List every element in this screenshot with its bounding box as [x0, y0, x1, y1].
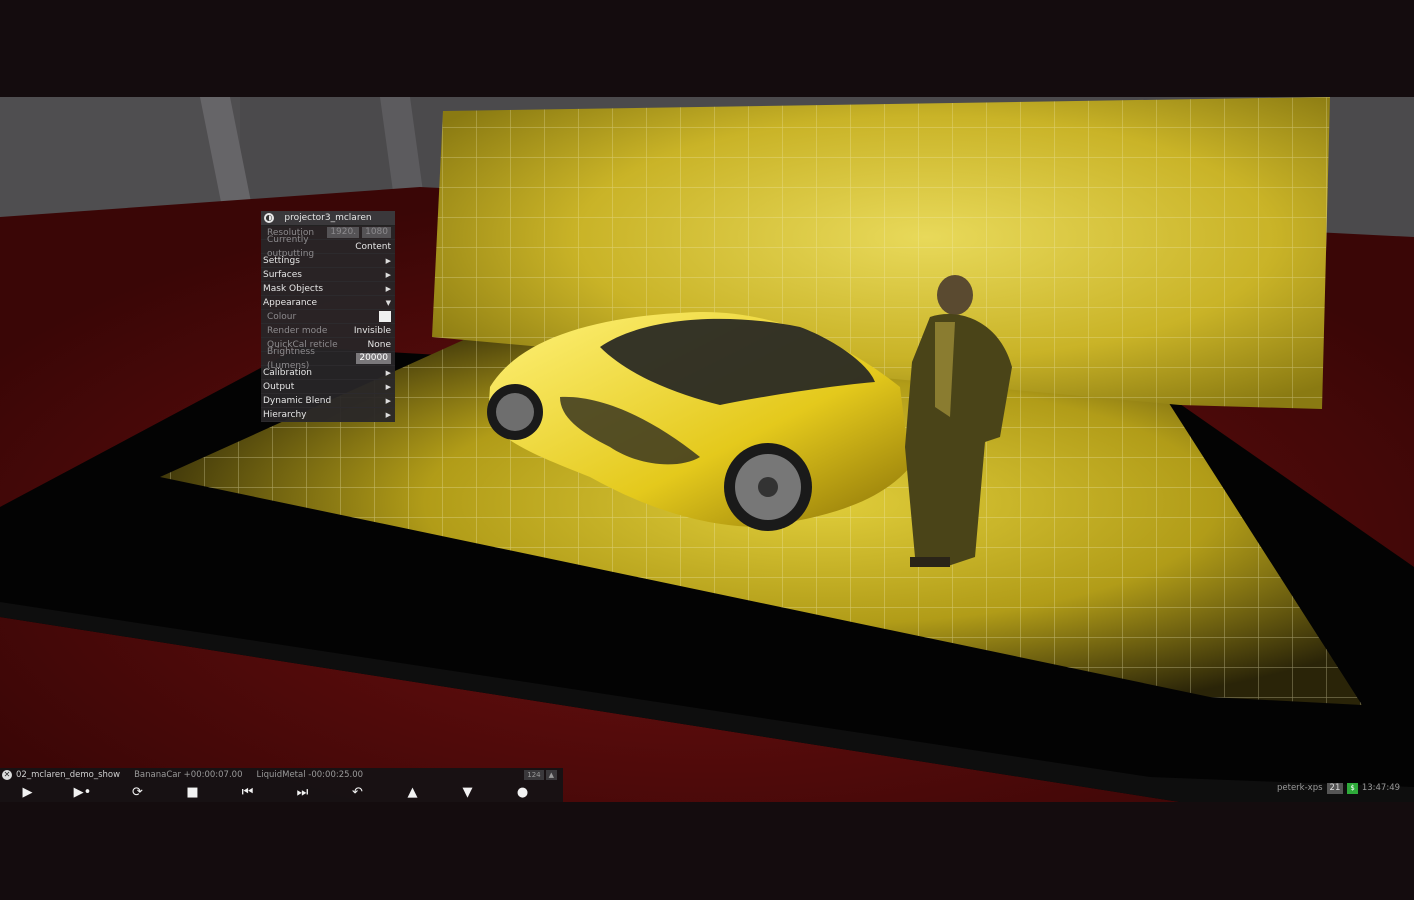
track-timecode-2: LiquidMetal -00:00:25.00 [256, 770, 364, 780]
chevron-right-icon: ▶ [385, 382, 391, 391]
chevron-right-icon: ▶ [385, 368, 391, 377]
projector-properties-panel[interactable]: ◐ projector3_mclaren Resolution 1920. 10… [261, 211, 395, 422]
record-button[interactable]: ● [495, 785, 550, 800]
move-up-button[interactable]: ▲ [385, 785, 440, 800]
render-mode-label: Render mode [267, 325, 328, 336]
workspace-badge[interactable]: 21 [1326, 782, 1344, 794]
section-dynamic-blend[interactable]: Dynamic Blend ▶ [261, 394, 395, 408]
render-mode-row: Render mode Invisible [261, 324, 395, 338]
section-output[interactable]: Output ▶ [261, 380, 395, 394]
section-label: Settings [263, 255, 300, 266]
colour-row: Colour [261, 310, 395, 324]
section-label: Hierarchy [263, 409, 307, 420]
section-label: Dynamic Blend [263, 395, 332, 406]
render-mode-value[interactable]: Invisible [354, 324, 391, 338]
host-name: peterk-xps [1277, 783, 1323, 793]
3d-viewport[interactable] [0, 97, 1414, 802]
close-icon[interactable]: ✕ [2, 770, 12, 780]
move-down-button[interactable]: ▼ [440, 785, 495, 800]
section-surfaces[interactable]: Surfaces ▶ [261, 268, 395, 282]
chevron-right-icon: ▶ [385, 396, 391, 405]
outputting-row: Currently outputting Content [261, 235, 395, 259]
stage-scene [0, 97, 1414, 802]
section-label: Mask Objects [263, 283, 324, 294]
play-button[interactable]: ▶ [0, 785, 55, 800]
brightness-row: Brightness (Lumens) 20000 [261, 347, 395, 371]
projector-icon: ◐ [264, 213, 274, 223]
section-label: Appearance [263, 297, 318, 308]
mini-value[interactable]: 124 [524, 770, 544, 780]
chevron-right-icon: ▶ [385, 270, 391, 279]
stop-button[interactable]: ■ [165, 785, 220, 800]
outputting-value[interactable]: Content [355, 240, 391, 254]
panel-header[interactable]: ◐ projector3_mclaren [261, 211, 395, 226]
loop-button[interactable]: ⟳ [110, 785, 165, 800]
transport-mini-controls: 124 ▲ [522, 770, 557, 780]
section-appearance[interactable]: Appearance ▼ [261, 296, 395, 310]
panel-title: projector3_mclaren [284, 213, 372, 223]
section-label: Surfaces [263, 269, 302, 280]
chevron-right-icon: ▶ [385, 410, 391, 419]
chevron-down-icon: ▼ [385, 298, 391, 307]
play-next-button[interactable]: ▶• [55, 785, 110, 800]
chevron-right-icon: ▶ [385, 284, 391, 293]
system-tray: peterk-xps 21 $ 13:47:49 [1277, 781, 1400, 795]
section-label: Calibration [263, 367, 312, 378]
previous-button[interactable]: ⏮ [220, 785, 275, 800]
track-timecode-1: BananaCar +00:00:07.00 [134, 770, 243, 780]
colour-swatch[interactable] [379, 311, 391, 322]
section-mask-objects[interactable]: Mask Objects ▶ [261, 282, 395, 296]
transport-bar[interactable]: ✕ 02_mclaren_demo_show BananaCar +00:00:… [0, 768, 563, 802]
quickcal-value[interactable]: None [368, 338, 391, 352]
show-name: 02_mclaren_demo_show [16, 770, 121, 780]
resolution-height-field[interactable]: 1080 [362, 227, 391, 238]
brightness-field[interactable]: 20000 [356, 353, 391, 364]
mini-toggle-icon[interactable]: ▲ [545, 770, 557, 780]
chevron-right-icon: ▶ [385, 256, 391, 265]
battery-icon: $ [1347, 782, 1358, 794]
transport-buttons: ▶ ▶• ⟳ ■ ⏮ ⏭ ↶ ▲ ▼ ● [0, 782, 563, 802]
colour-label: Colour [267, 311, 297, 322]
clock: 13:47:49 [1361, 783, 1401, 793]
next-button[interactable]: ⏭ [275, 785, 330, 800]
section-label: Output [263, 381, 295, 392]
section-hierarchy[interactable]: Hierarchy ▶ [261, 408, 395, 422]
undo-button[interactable]: ↶ [330, 785, 385, 800]
transport-info: ✕ 02_mclaren_demo_show BananaCar +00:00:… [0, 768, 563, 782]
